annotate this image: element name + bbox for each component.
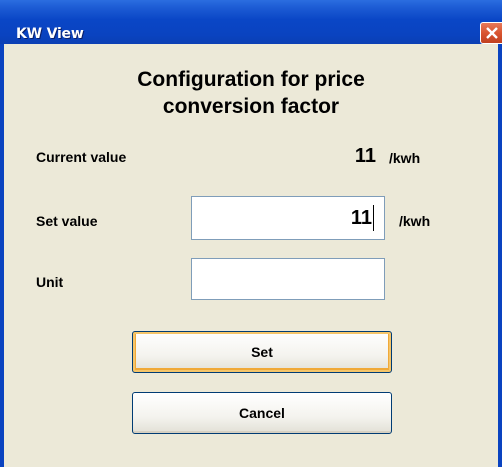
- window-frame-right: [498, 44, 502, 467]
- close-button[interactable]: [480, 22, 502, 44]
- heading-line-1: Configuration for price: [137, 68, 365, 91]
- unit-label: Unit: [36, 274, 64, 290]
- current-value-display: 11: [354, 145, 376, 167]
- current-value-unit: /kwh: [389, 150, 421, 166]
- window-title: KW View: [16, 26, 84, 42]
- set-value-unit: /kwh: [399, 213, 431, 229]
- heading-line-2: conversion factor: [162, 95, 340, 118]
- set-value-input[interactable]: [191, 196, 385, 240]
- set-button[interactable]: Set: [132, 331, 392, 373]
- cancel-button[interactable]: Cancel: [132, 392, 392, 434]
- set-value-label: Set value: [36, 213, 98, 229]
- title-bar[interactable]: KW View: [0, 0, 502, 44]
- unit-input[interactable]: [191, 258, 385, 300]
- current-value-label: Current value: [36, 149, 127, 165]
- cancel-button-label: Cancel: [239, 405, 285, 421]
- set-button-label: Set: [251, 344, 273, 360]
- text-caret: [373, 205, 374, 231]
- kw-view-window: KW View Configuration for price conversi…: [0, 0, 502, 467]
- dialog-heading: Configuration for price conversion facto…: [4, 66, 498, 120]
